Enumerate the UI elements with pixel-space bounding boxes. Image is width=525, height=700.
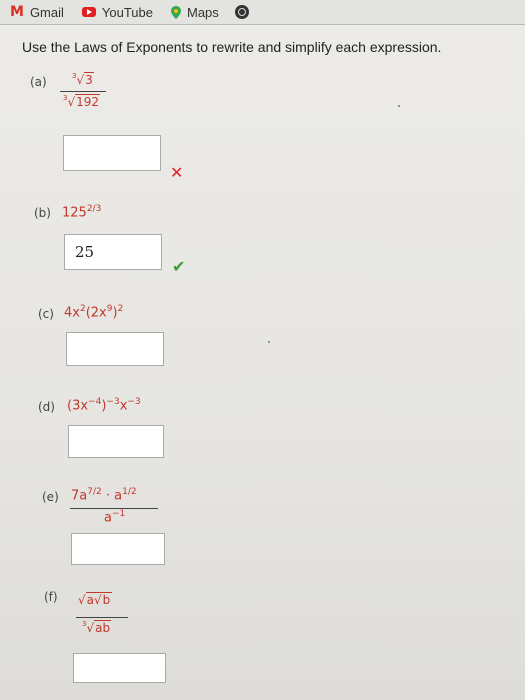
correct-icon: ✔ <box>172 259 186 276</box>
part-d-label: (d) <box>38 400 55 414</box>
bookmark-other[interactable] <box>233 5 249 19</box>
part-d-expression: (3x−4)−3x−3 <box>67 397 141 414</box>
part-c-answer-input[interactable] <box>66 332 164 366</box>
part-a-answer-input[interactable] <box>63 135 161 171</box>
part-d-answer-input[interactable] <box>68 425 164 458</box>
part-f-label: (f) <box>44 590 58 604</box>
maps-icon <box>170 6 181 19</box>
problem-page: Use the Laws of Exponents to rewrite and… <box>0 25 525 700</box>
part-e-denominator: a−1 <box>104 509 126 526</box>
part-e-label: (e) <box>42 490 59 504</box>
question-text: Use the Laws of Exponents to rewrite and… <box>22 39 442 55</box>
screen-speck <box>398 105 400 107</box>
part-f-denominator: 3√ab <box>82 620 112 635</box>
part-f-fraction-bar <box>76 617 128 618</box>
part-a-fraction-bar <box>60 91 106 92</box>
part-b-expression: 1252/3 <box>62 204 102 221</box>
bookmark-label: Gmail <box>29 4 64 20</box>
youtube-icon <box>81 7 96 17</box>
part-e-answer-input[interactable] <box>71 533 165 565</box>
part-b-label: (b) <box>34 206 51 220</box>
bookmark-gmail[interactable]: M Gmail <box>10 4 64 20</box>
part-a-denominator: 3√192 <box>63 94 101 109</box>
bookmark-youtube[interactable]: YouTube <box>81 4 153 20</box>
part-e-numerator: 7a7/2 · a1/2 <box>71 487 137 504</box>
part-a-label: (a) <box>30 75 47 89</box>
part-c-expression: 4x2(2x9)2 <box>64 304 124 321</box>
part-f-numerator: √a√b <box>78 592 113 607</box>
incorrect-icon: ✕ <box>170 165 184 182</box>
bookmark-maps[interactable]: Maps <box>170 4 219 20</box>
part-b-answer-input[interactable]: 25 <box>64 234 162 270</box>
part-f-answer-input[interactable] <box>73 653 166 683</box>
gmail-icon: M <box>10 4 24 20</box>
bookmark-label: Maps <box>186 4 219 20</box>
screen-speck <box>268 341 270 343</box>
part-c-label: (c) <box>38 307 54 321</box>
bookmarks-bar: M Gmail YouTube Maps <box>0 0 525 25</box>
part-a-numerator: 3√3 <box>72 72 94 87</box>
globe-icon <box>234 5 249 19</box>
bookmark-label: YouTube <box>101 4 153 20</box>
